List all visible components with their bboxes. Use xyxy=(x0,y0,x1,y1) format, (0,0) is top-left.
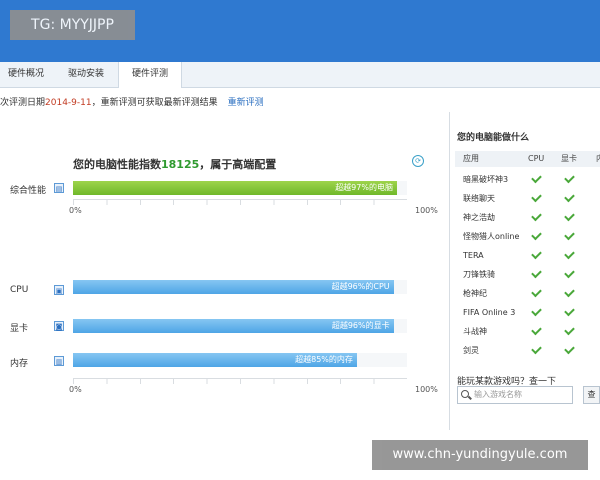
cpu-track: 超越96%的CPU xyxy=(73,280,407,294)
gpu-bar-text: 超越96%的显卡 xyxy=(331,321,390,330)
info-suffix: ，重新评测可获取最新评测结果 xyxy=(91,98,218,108)
gpu-check-icon xyxy=(564,172,575,184)
cpu-check-icon xyxy=(531,210,542,222)
game-row: 刀锋铁骑 xyxy=(455,265,600,284)
game-row: TERA xyxy=(455,246,600,265)
overall-axis-min: 0% xyxy=(69,206,82,215)
header-app: 应用 xyxy=(463,154,479,163)
overall-axis-ticks xyxy=(73,199,407,205)
components-axis-min: 0% xyxy=(69,385,82,394)
cpu-check-icon xyxy=(531,343,542,355)
gpu-check-icon xyxy=(564,210,575,222)
overall-label: 综合性能 xyxy=(10,186,47,196)
components-axis-max: 100% xyxy=(415,385,438,394)
game-search-input[interactable]: 输入游戏名称 xyxy=(457,386,573,404)
score-title-prefix: 您的电脑性能指数 xyxy=(73,158,161,171)
game-row: 暗黑破坏神3 xyxy=(455,170,600,189)
game-name: 神之浩劫 xyxy=(463,213,495,222)
game-name: FIFA Online 3 xyxy=(463,308,516,317)
retest-link[interactable]: 重新评测 xyxy=(228,98,264,108)
game-row: 怪物猎人online xyxy=(455,227,600,246)
header-gpu: 显卡 xyxy=(561,154,577,163)
cpu-check-icon xyxy=(531,324,542,336)
gpu-check-icon xyxy=(564,191,575,203)
overall-bar-text: 超越97%的电脑 xyxy=(335,183,393,192)
cpu-check-icon xyxy=(531,172,542,184)
overall-axis-max: 100% xyxy=(415,206,438,215)
refresh-icon[interactable]: ⟳ xyxy=(412,155,424,167)
cpu-check-icon xyxy=(531,267,542,279)
cpu-check-icon xyxy=(531,286,542,298)
cpu-bar: 超越96%的CPU xyxy=(73,280,394,294)
game-row: 剑灵 xyxy=(455,341,600,360)
sidebar-table-header: 应用 CPU 显卡 内 xyxy=(455,151,600,167)
gpu-check-icon xyxy=(564,324,575,336)
tab-bar: 硬件概况 驱动安装 硬件评测 xyxy=(0,62,600,88)
cpu-check-icon xyxy=(531,305,542,317)
gpu-check-icon xyxy=(564,305,575,317)
gpu-track: 超越96%的显卡 xyxy=(73,319,407,333)
gpu-check-icon xyxy=(564,267,575,279)
gpu-check-icon xyxy=(564,248,575,260)
memory-bar: 超越85%的内存 xyxy=(73,353,357,367)
sidebar-title: 您的电脑能做什么 xyxy=(457,133,530,143)
clipboard-icon: ▤ xyxy=(54,183,64,193)
overall-track: 超越97%的电脑 xyxy=(73,181,407,195)
game-name: 剑灵 xyxy=(463,346,479,355)
watermark-top: TG: MYYJJPP xyxy=(10,10,135,40)
search-icon xyxy=(461,390,469,398)
search-placeholder: 输入游戏名称 xyxy=(474,390,522,399)
last-test-info: 次评测日期2014-9-11，重新评测可获取最新评测结果 重新评测 xyxy=(0,95,264,108)
graphics-card-icon: ◙ xyxy=(54,321,64,331)
memory-track: 超越85%的内存 xyxy=(73,353,407,367)
game-name: 斗战神 xyxy=(463,327,487,336)
tab-hardware-benchmark[interactable]: 硬件评测 xyxy=(118,62,182,88)
game-row: 枪神纪 xyxy=(455,284,600,303)
memory-label: 内存 xyxy=(10,359,29,369)
cpu-check-icon xyxy=(531,229,542,241)
cpu-check-icon xyxy=(531,191,542,203)
memory-bar-text: 超越85%的内存 xyxy=(295,355,353,364)
cpu-bar-text: 超越96%的CPU xyxy=(331,282,390,291)
game-row: 联络聊天 xyxy=(455,189,600,208)
components-axis-ticks xyxy=(73,378,407,384)
overall-bar: 超越97%的电脑 xyxy=(73,181,397,195)
search-button[interactable]: 查 xyxy=(583,386,600,404)
gpu-check-icon xyxy=(564,343,575,355)
tab-driver-install[interactable]: 驱动安装 xyxy=(56,62,116,87)
score-value: 18125 xyxy=(161,158,200,171)
info-prefix: 次评测日期 xyxy=(0,98,46,108)
score-title-suffix: ，属于高端配置 xyxy=(199,158,277,171)
memory-icon: ▥ xyxy=(54,356,64,366)
game-name: 暗黑破坏神3 xyxy=(463,175,509,184)
game-name: 联络聊天 xyxy=(463,194,495,203)
header-cpu: CPU xyxy=(528,154,545,163)
game-name: 刀锋铁骑 xyxy=(463,270,495,279)
game-name: 枪神纪 xyxy=(463,289,487,298)
game-name: 怪物猎人online xyxy=(463,232,520,241)
gpu-bar: 超越96%的显卡 xyxy=(73,319,394,333)
test-date: 2014-9-11 xyxy=(45,98,92,108)
cpu-icon: ▣ xyxy=(54,285,64,295)
game-row: 神之浩劫 xyxy=(455,208,600,227)
cpu-check-icon xyxy=(531,248,542,260)
score-title: 您的电脑性能指数18125，属于高端配置 xyxy=(73,156,276,172)
gpu-label: 显卡 xyxy=(10,324,29,334)
tab-hardware-overview[interactable]: 硬件概况 xyxy=(0,62,52,87)
header-memory: 内 xyxy=(596,151,600,167)
gpu-check-icon xyxy=(564,229,575,241)
gpu-check-icon xyxy=(564,286,575,298)
game-name: TERA xyxy=(463,251,484,260)
cpu-label: CPU xyxy=(10,285,29,295)
game-row: FIFA Online 3 xyxy=(455,303,600,322)
watermark-bottom: www.chn-yundingyule.com xyxy=(372,440,588,470)
game-row: 斗战神 xyxy=(455,322,600,341)
